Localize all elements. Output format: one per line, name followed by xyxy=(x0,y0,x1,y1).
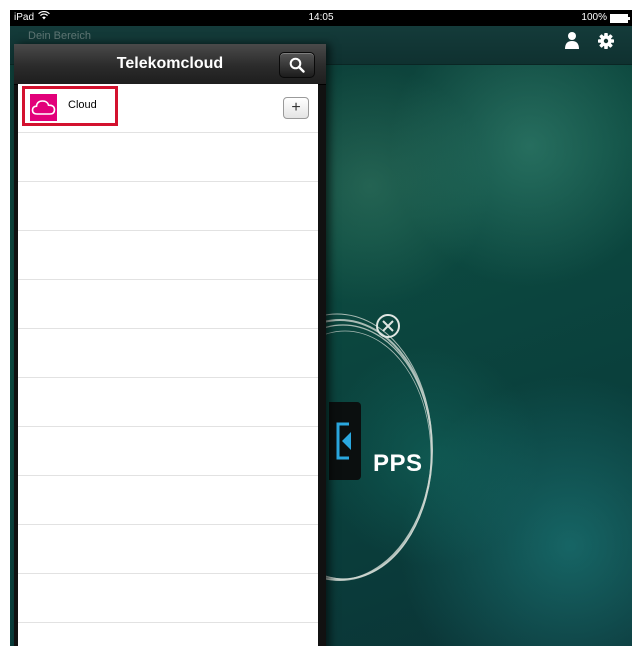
popover-header: Telekomcloud xyxy=(14,44,326,85)
list-item xyxy=(18,329,318,378)
cloud-icon xyxy=(30,94,57,121)
list-item xyxy=(18,378,318,427)
list-item xyxy=(18,476,318,525)
close-circle-icon[interactable] xyxy=(374,312,402,340)
list-item xyxy=(18,623,318,646)
plus-icon: + xyxy=(291,99,301,116)
list-item xyxy=(18,231,318,280)
search-icon xyxy=(289,57,305,73)
cloud-item-highlighted[interactable]: Cloud xyxy=(22,86,118,126)
list-item xyxy=(18,280,318,329)
list-item xyxy=(18,182,318,231)
cloud-item-label: Cloud xyxy=(68,99,97,111)
ipad-screen: iPad 14:05 100% Dein Bereich PPS Telekom… xyxy=(10,10,632,646)
list-item xyxy=(18,133,318,182)
add-button[interactable]: + xyxy=(283,97,309,119)
search-button[interactable] xyxy=(279,52,315,78)
list-item xyxy=(18,574,318,623)
collapse-arrow-icon xyxy=(336,422,351,460)
list-item xyxy=(18,427,318,476)
apps-title-text: PPS xyxy=(373,450,423,477)
list-item[interactable]: Cloud + xyxy=(18,84,318,133)
cloud-list: Cloud + xyxy=(18,84,318,646)
telekomcloud-popover: Telekomcloud Cloud + xyxy=(14,44,326,646)
list-item xyxy=(18,525,318,574)
collapse-panel-tab[interactable] xyxy=(329,402,361,480)
